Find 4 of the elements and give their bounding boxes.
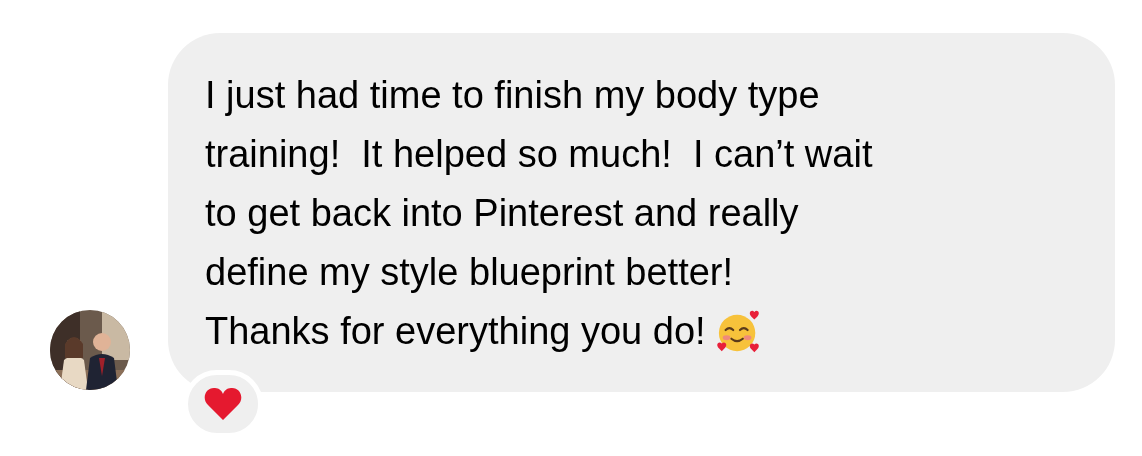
smiling-face-with-hearts-icon (715, 308, 762, 355)
heart-icon (203, 386, 243, 422)
message-text: I just had time to finish my body type training! It helped so much! I can’t wait to get back into Pinterest and really define my style blueprint better! (205, 73, 874, 295)
message-text: Thanks for everything you do! (205, 309, 706, 354)
